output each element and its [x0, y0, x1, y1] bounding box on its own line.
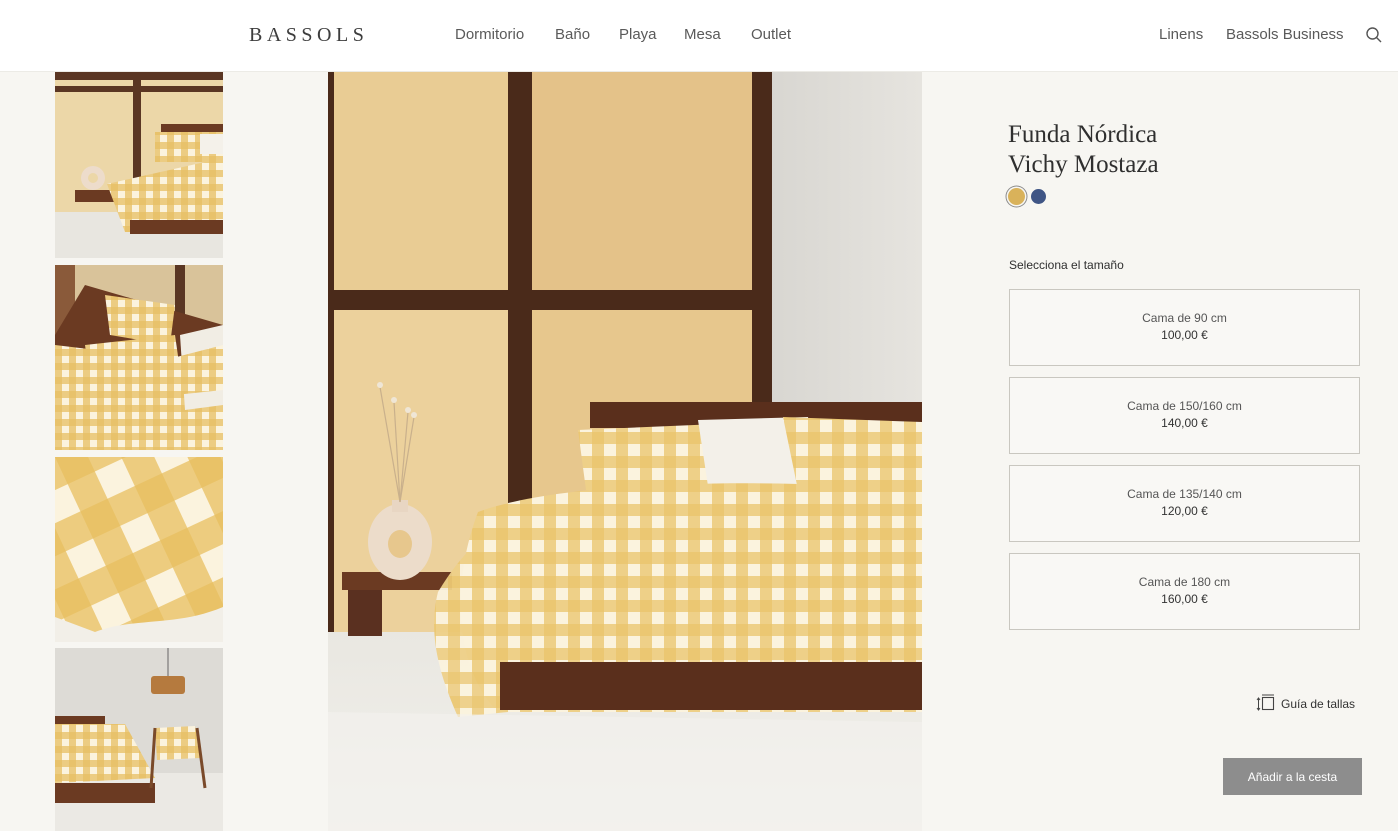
size-option-150-160[interactable]: Cama de 150/160 cm 140,00 €: [1009, 377, 1360, 454]
color-swatch-navy[interactable]: [1031, 189, 1046, 204]
nav-linens[interactable]: Linens: [1159, 26, 1203, 43]
product-title-line2: Vichy Mostaza: [1008, 151, 1159, 178]
nav-bano[interactable]: Baño: [555, 26, 590, 43]
size-option-price: 140,00 €: [1161, 416, 1208, 430]
nav-dormitorio[interactable]: Dormitorio: [455, 26, 524, 43]
size-option-180[interactable]: Cama de 180 cm 160,00 €: [1009, 553, 1360, 630]
size-option-name: Cama de 150/160 cm: [1127, 399, 1242, 413]
size-option-price: 100,00 €: [1161, 328, 1208, 342]
search-icon[interactable]: [1365, 26, 1383, 44]
thumbnail-pillows-closeup[interactable]: [55, 265, 223, 450]
brand-logo[interactable]: BASSOLS: [249, 24, 368, 47]
size-option-price: 160,00 €: [1161, 592, 1208, 606]
thumbnail-bedroom-scene[interactable]: [55, 72, 223, 258]
size-option-name: Cama de 90 cm: [1142, 311, 1227, 325]
size-guide-link[interactable]: Guía de tallas: [1256, 694, 1355, 713]
size-select-label: Selecciona el tamaño: [1009, 258, 1124, 272]
product-title-line1: Funda Nórdica: [1008, 121, 1158, 148]
nav-outlet[interactable]: Outlet: [751, 26, 791, 43]
size-option-135-140[interactable]: Cama de 135/140 cm 120,00 €: [1009, 465, 1360, 542]
product-title: Funda Nórdica Vichy Mostaza: [1008, 120, 1159, 180]
size-guide-label: Guía de tallas: [1281, 696, 1356, 711]
size-option-price: 120,00 €: [1161, 504, 1208, 518]
ruler-icon: [1256, 694, 1275, 711]
size-option-name: Cama de 180 cm: [1138, 575, 1231, 589]
thumbnail-fabric-closeup[interactable]: [55, 457, 223, 642]
nav-playa[interactable]: Playa: [619, 26, 657, 43]
main-product-image[interactable]: [328, 72, 922, 831]
size-option-90[interactable]: Cama de 90 cm 100,00 €: [1009, 289, 1360, 366]
add-to-cart-button[interactable]: Añadir a la cesta: [1223, 758, 1362, 795]
nav-mesa[interactable]: Mesa: [684, 26, 721, 43]
size-option-name: Cama de 135/140 cm: [1127, 487, 1242, 501]
site-header: BASSOLS Dormitorio Baño Playa Mesa Outle…: [0, 0, 1398, 72]
nav-bassols-business[interactable]: Bassols Business: [1226, 26, 1344, 43]
thumbnail-bedroom-with-chair[interactable]: [55, 648, 223, 831]
color-swatch-mustard[interactable]: [1008, 188, 1025, 205]
